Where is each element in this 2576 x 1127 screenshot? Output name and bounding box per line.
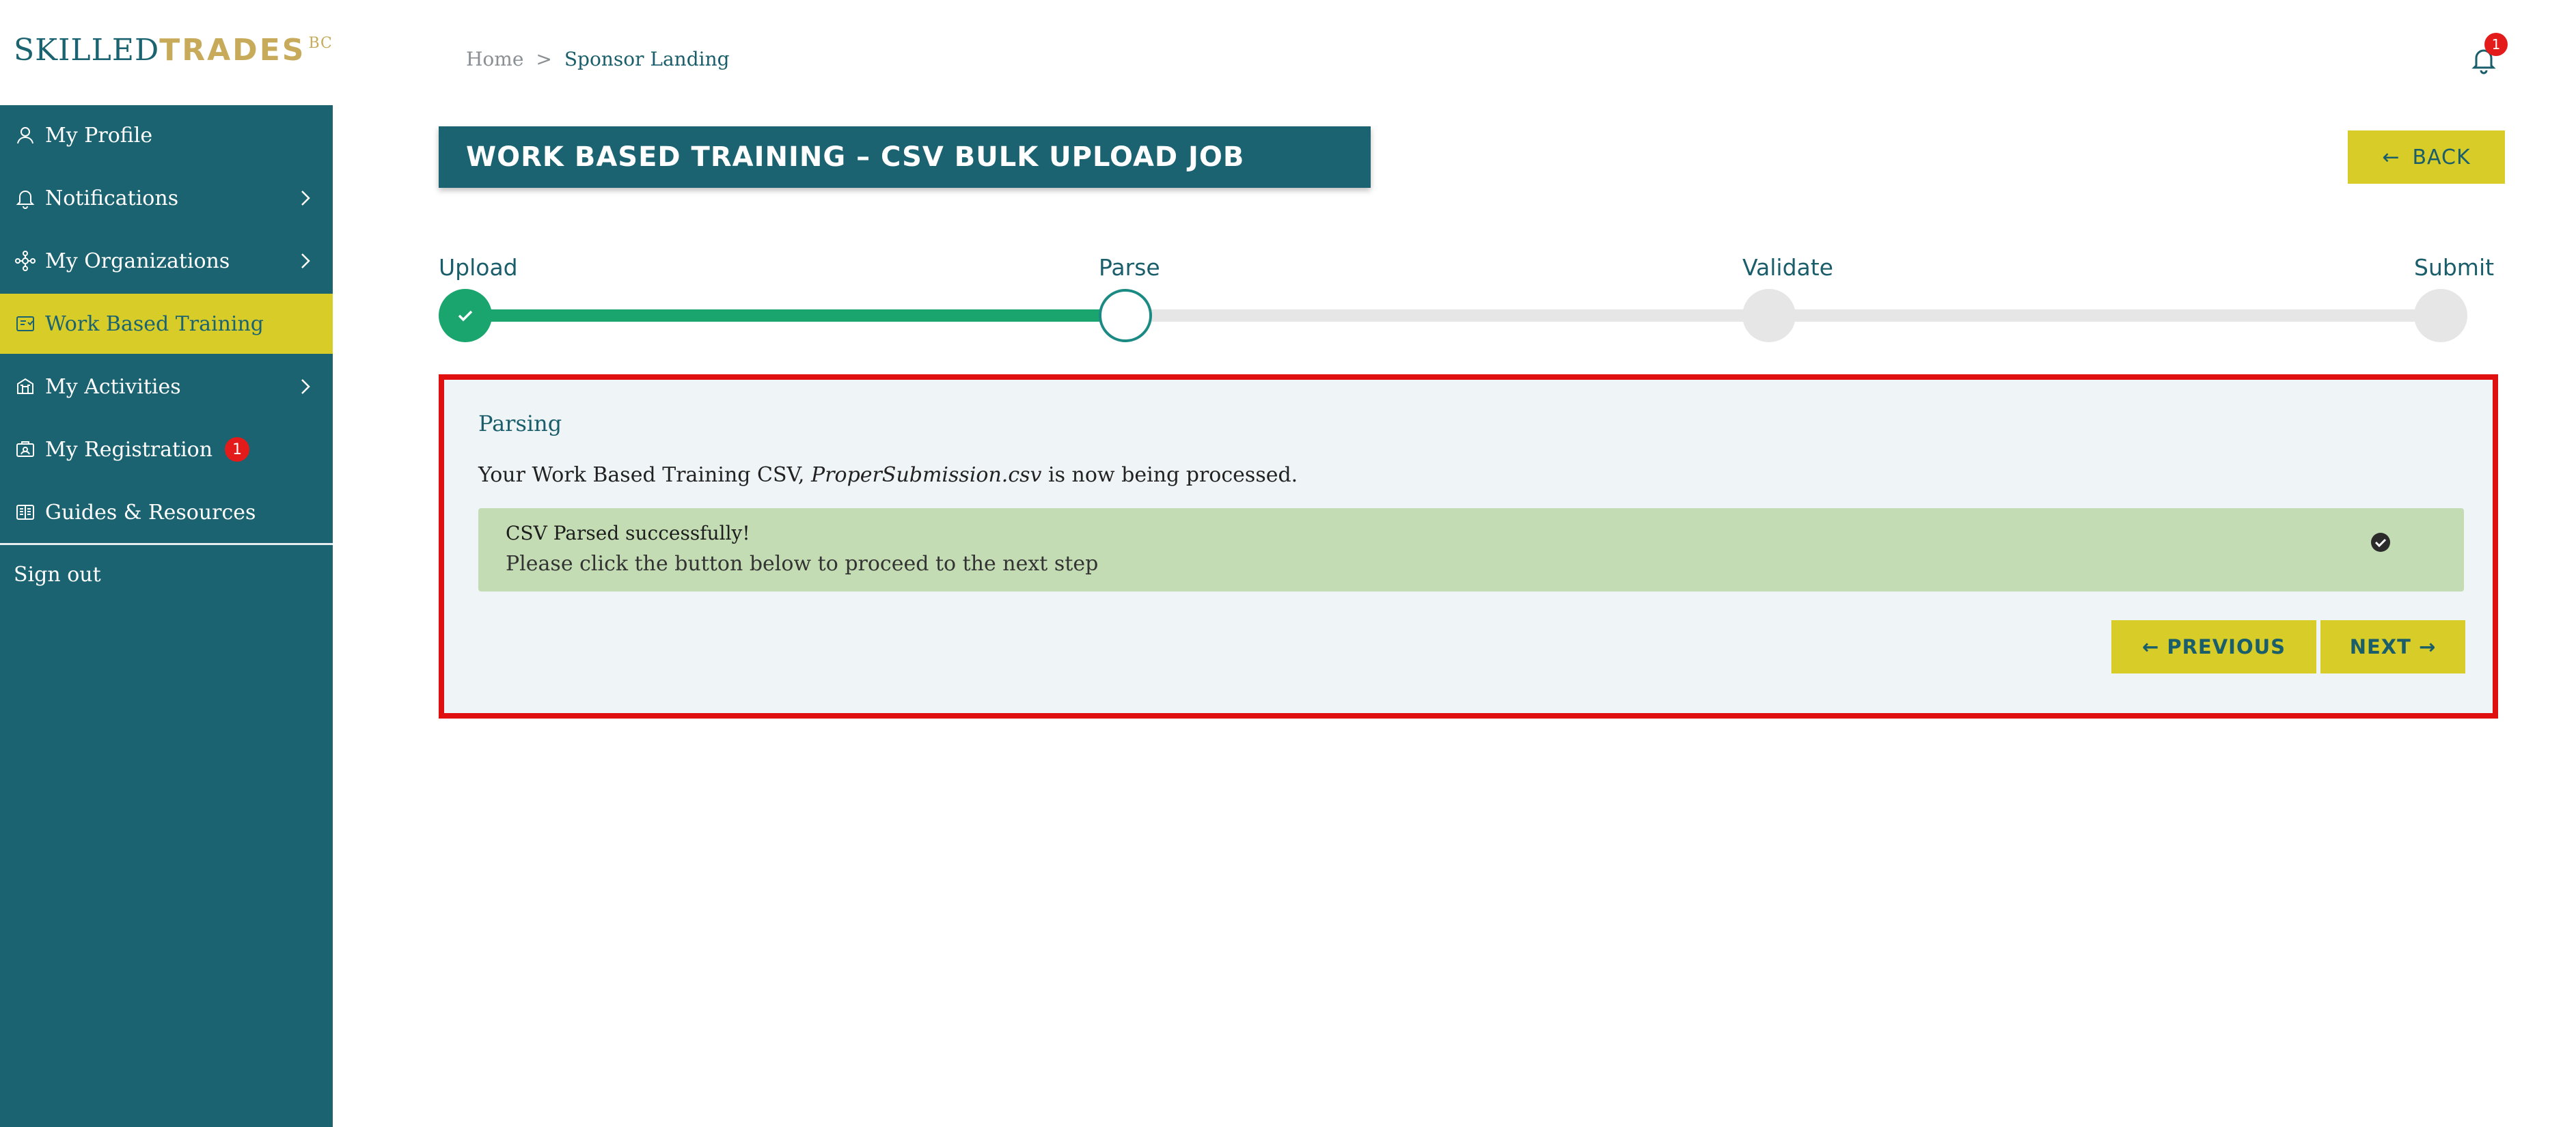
breadcrumb: Home > Sponsor Landing (466, 48, 730, 70)
breadcrumb-current[interactable]: Sponsor Landing (564, 48, 730, 70)
sidebar-nav: My Profile Notifications My Organization… (0, 105, 333, 1127)
logo-part-trades: TRADES (159, 33, 306, 68)
step-validate-pending (1742, 289, 1796, 342)
step-parse-current (1099, 289, 1152, 342)
step-label-parse: Parse (1099, 254, 1160, 281)
sidebar-item-label: Notifications (45, 186, 179, 210)
chevron-right-icon (301, 379, 310, 394)
back-button[interactable]: ← BACK (2348, 130, 2505, 184)
sidebar-item-label: Guides & Resources (45, 500, 256, 525)
page-title-banner: WORK BASED TRAINING – CSV BULK UPLOAD JO… (439, 126, 1371, 188)
checkmark-icon (458, 310, 473, 322)
check-circle-icon (2371, 533, 2390, 552)
success-title: CSV Parsed successfully! (506, 522, 750, 544)
panel-title: Parsing (478, 411, 562, 436)
activities-icon (14, 375, 37, 398)
sidebar-item-label: My Activities (45, 374, 181, 399)
step-label-validate: Validate (1742, 254, 1833, 281)
processing-message: Your Work Based Training CSV, ProperSubm… (478, 463, 1298, 487)
sidebar-divider (0, 543, 333, 545)
chevron-right-icon (301, 253, 310, 268)
previous-button[interactable]: ← PREVIOUS (2111, 620, 2316, 673)
sidebar-item-label: My Organizations (45, 249, 230, 273)
sidebar-item-my-registration[interactable]: My Registration 1 (0, 419, 333, 479)
bell-icon (14, 186, 37, 210)
sidebar-item-notifications[interactable]: Notifications (0, 168, 333, 228)
logo-part-bc: BC (308, 35, 333, 52)
sidebar-item-my-profile[interactable]: My Profile (0, 105, 333, 165)
sidebar-item-my-organizations[interactable]: My Organizations (0, 231, 333, 291)
sidebar: SKILLEDTRADES BC My Profile Notifications… (0, 0, 333, 1127)
user-icon (14, 124, 37, 147)
sidebar-item-label: My Registration (45, 437, 213, 462)
sidebar-item-guides-resources[interactable]: Guides & Resources (0, 482, 333, 542)
logo-part-skilled: SKILLED (14, 33, 160, 68)
logo-area: SKILLEDTRADES BC (0, 0, 333, 105)
organization-icon (14, 249, 37, 273)
parsing-panel: Parsing Your Work Based Training CSV, Pr… (439, 374, 2498, 719)
breadcrumb-home[interactable]: Home (466, 48, 523, 70)
message-suffix: is now being processed. (1041, 463, 1298, 487)
sidebar-item-my-activities[interactable]: My Activities (0, 357, 333, 417)
sidebar-item-label: Work Based Training (45, 311, 264, 336)
breadcrumb-separator: > (536, 48, 552, 70)
sidebar-item-work-based-training[interactable]: Work Based Training (0, 294, 333, 354)
training-icon (14, 312, 37, 335)
message-prefix: Your Work Based Training CSV, (478, 463, 812, 487)
brand-logo[interactable]: SKILLEDTRADES BC (14, 33, 333, 68)
step-submit-pending (2414, 289, 2467, 342)
step-label-submit: Submit (2414, 254, 2495, 281)
success-alert: CSV Parsed successfully! Please click th… (478, 508, 2464, 592)
stepper-track-completed (489, 309, 1125, 322)
arrow-left-icon: ← (2382, 145, 2400, 169)
step-label-upload: Upload (439, 254, 518, 281)
stepper-track-remaining (1151, 309, 2441, 322)
back-button-label: BACK (2412, 145, 2471, 169)
notification-count-badge: 1 (2484, 33, 2508, 56)
guides-icon (14, 501, 37, 524)
step-upload-completed (439, 289, 492, 342)
sign-out-link[interactable]: Sign out (14, 563, 101, 587)
sidebar-item-label: My Profile (45, 123, 153, 148)
file-name: ProperSubmission.csv (811, 463, 1042, 487)
chevron-right-icon (301, 191, 310, 206)
success-subtitle: Please click the button below to proceed… (506, 552, 1099, 576)
registration-badge: 1 (225, 437, 250, 462)
next-button[interactable]: NEXT → (2320, 620, 2465, 673)
page-title: WORK BASED TRAINING – CSV BULK UPLOAD JO… (466, 141, 1245, 173)
registration-icon (14, 438, 37, 461)
